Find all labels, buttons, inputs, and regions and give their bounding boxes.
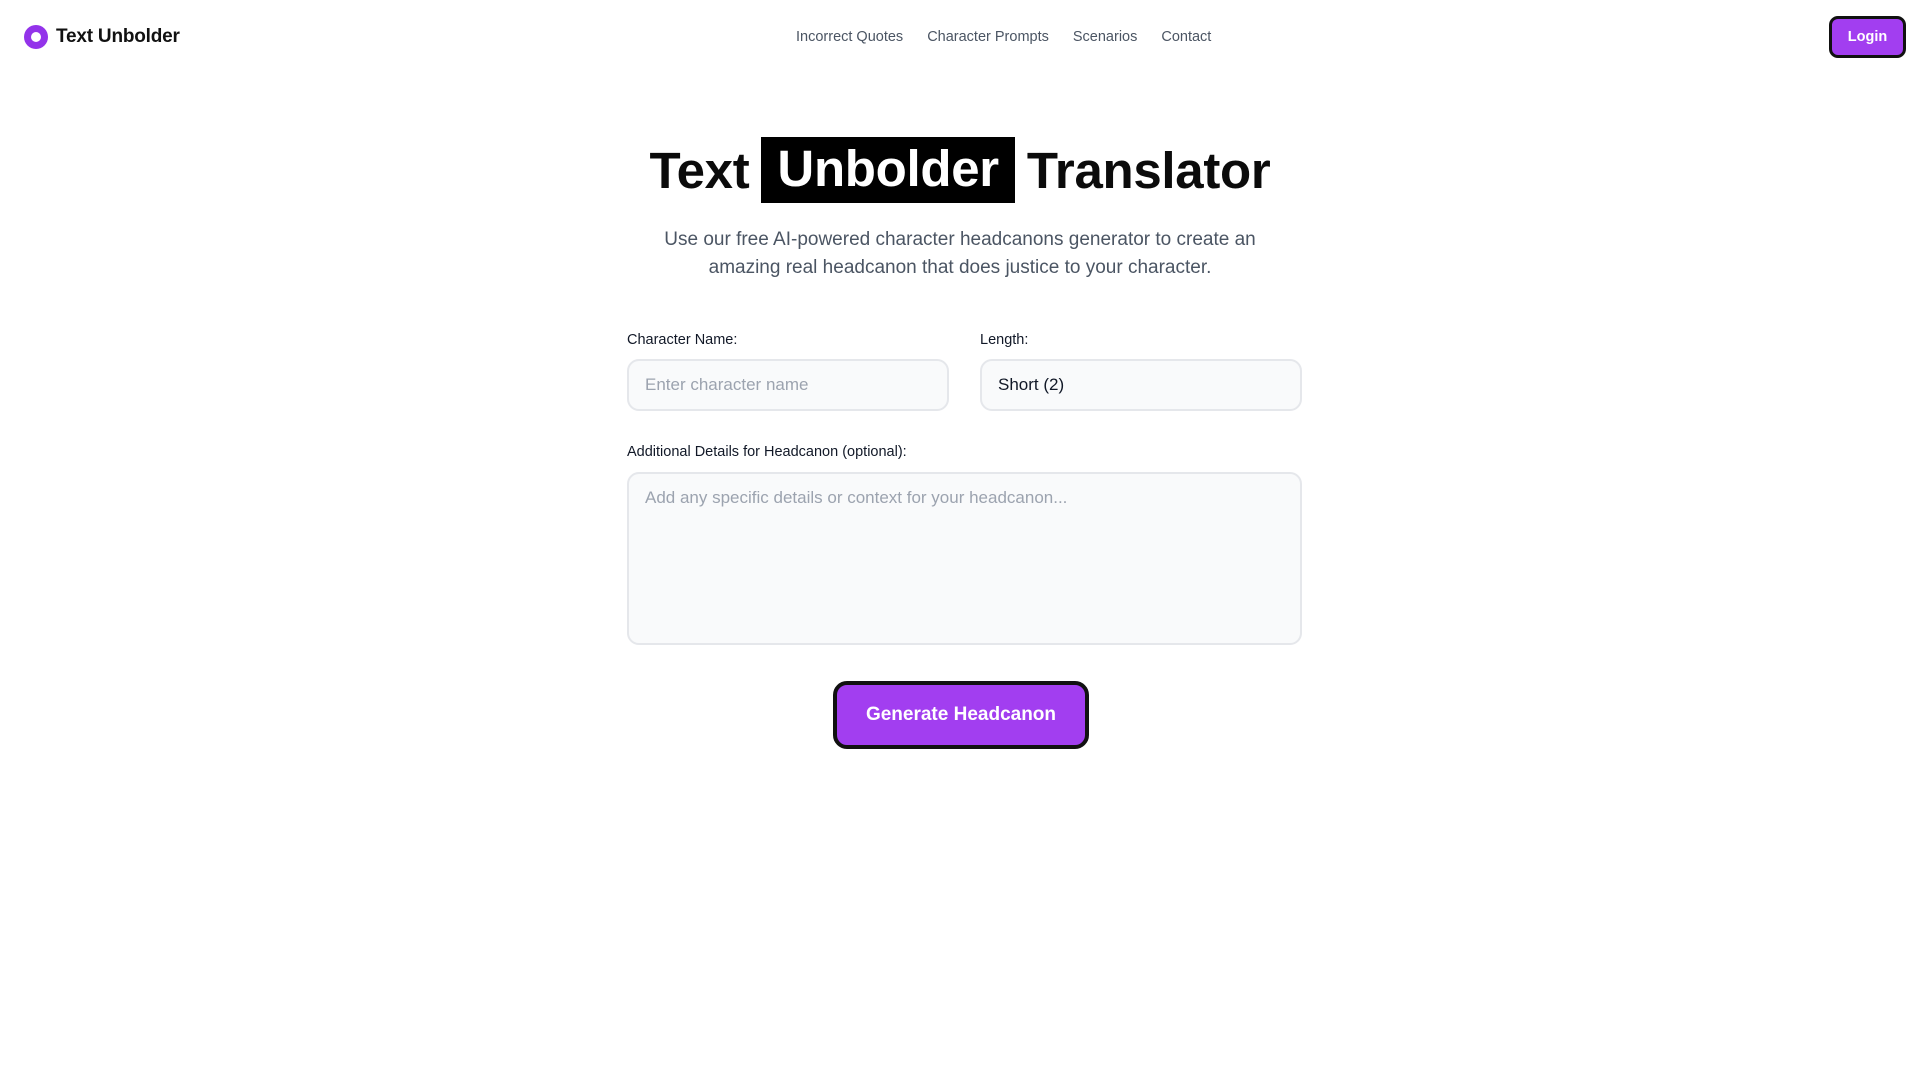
nav-link-scenarios[interactable]: Scenarios <box>1073 29 1137 45</box>
length-label: Length: <box>980 332 1029 348</box>
generate-headcanon-button[interactable]: Generate Headcanon <box>833 681 1089 749</box>
page-title: Text Unbolder Translator <box>0 136 1920 204</box>
nav-link-character-prompts[interactable]: Character Prompts <box>927 29 1049 45</box>
details-textarea[interactable] <box>627 472 1302 645</box>
nav-link-contact[interactable]: Contact <box>1161 29 1211 45</box>
brand-home-link[interactable]: Text Unbolder <box>24 24 180 50</box>
character-name-label: Character Name: <box>627 332 738 348</box>
title-highlight: Unbolder <box>761 137 1015 203</box>
length-select-value: Short (2) <box>998 375 1065 394</box>
main-nav: Incorrect Quotes Character Prompts Scena… <box>796 24 1211 50</box>
nav-link-incorrect-quotes[interactable]: Incorrect Quotes <box>796 29 903 45</box>
login-button[interactable]: Login <box>1829 16 1906 58</box>
details-label: Additional Details for Headcanon (option… <box>627 444 907 460</box>
length-select[interactable]: Short (2) <box>980 359 1302 411</box>
title-text-before: Text <box>649 141 750 199</box>
title-text-after: Translator <box>1026 141 1271 199</box>
site-header: Text Unbolder Incorrect Quotes Character… <box>0 0 1920 74</box>
brand-name: Text Unbolder <box>56 26 180 47</box>
ring-logo-icon <box>24 25 48 49</box>
page-subtitle: Use our free AI-powered character headca… <box>664 229 1256 278</box>
character-name-input[interactable] <box>627 359 949 411</box>
